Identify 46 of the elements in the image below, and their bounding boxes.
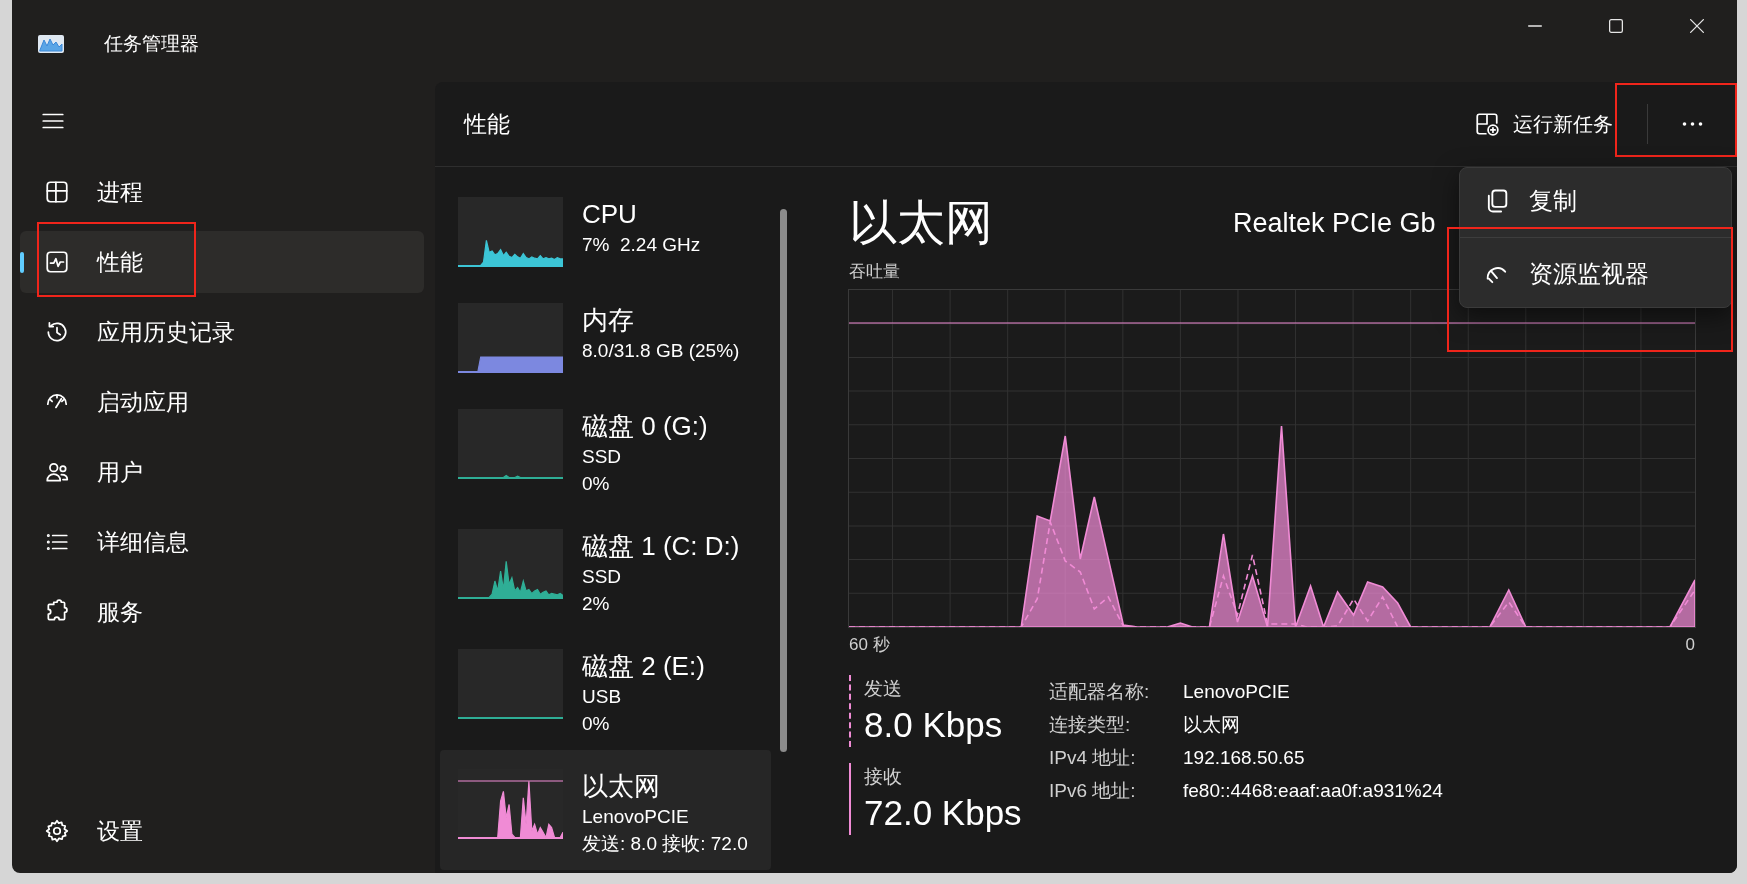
- device-item[interactable]: 磁盘 1 (C: D:) SSD 2%: [440, 510, 771, 630]
- axis-label: 60 秒: [849, 634, 890, 656]
- sidebar-item[interactable]: 详细信息: [20, 511, 424, 573]
- stat-value: 8.0 Kbps: [864, 704, 1004, 746]
- sidebar-item[interactable]: 性能: [20, 231, 424, 293]
- settings-button[interactable]: 设置: [20, 800, 424, 862]
- selection-indicator: [20, 252, 24, 273]
- app-icon: [37, 32, 65, 56]
- sidebar-item[interactable]: 用户: [20, 441, 424, 503]
- property-value: 192.168.50.65: [1183, 746, 1306, 769]
- device-item[interactable]: 以太网 LenovoPCIE 发送: 8.0 接收: 72.0: [440, 750, 771, 870]
- maximize-icon: [1608, 19, 1623, 33]
- close-icon: [1689, 19, 1704, 33]
- settings-icon: [44, 818, 70, 844]
- property-label: IPv4 地址:: [1049, 745, 1137, 770]
- minimize-icon: [1527, 25, 1542, 27]
- property-label: 连接类型:: [1049, 712, 1132, 737]
- device-item[interactable]: 内存 8.0/31.8 GB (25%): [440, 284, 771, 390]
- sidebar-item[interactable]: 服务: [20, 581, 424, 643]
- menu-item[interactable]: 资源监视器: [1464, 245, 1727, 303]
- pulse-icon: [44, 249, 70, 275]
- device-item[interactable]: 磁盘 0 (G:) SSD 0%: [440, 390, 771, 510]
- axis-label: 0: [1685, 634, 1695, 656]
- sidebar-item[interactable]: 进程: [20, 161, 424, 223]
- run-task-button[interactable]: 运行新任务: [1462, 102, 1625, 146]
- property-value: LenovoPCIE: [1183, 680, 1291, 703]
- graph-label: 吞吐量: [849, 261, 900, 283]
- menu-item[interactable]: 复制: [1464, 172, 1727, 230]
- sidebar-item[interactable]: 应用历史记录: [20, 301, 424, 363]
- sidebar-item[interactable]: 启动应用: [20, 371, 424, 433]
- adapter-name: Realtek PCIe Gb: [1233, 207, 1436, 239]
- device-title: 以太网: [849, 195, 994, 251]
- property-label: 适配器名称:: [1049, 679, 1151, 704]
- property-label: IPv6 地址:: [1049, 778, 1137, 803]
- property-value: fe80::4468:eaaf:aa0f:a931%24: [1183, 779, 1443, 802]
- grid-icon: [44, 179, 70, 205]
- property-value: 以太网: [1183, 712, 1241, 737]
- window-title: 任务管理器: [104, 32, 199, 56]
- device-item[interactable]: 磁盘 2 (E:) USB 0%: [440, 630, 771, 750]
- more-icon: [1682, 122, 1703, 126]
- stat-value: 72.0 Kbps: [864, 792, 1023, 834]
- new-task-icon: [1474, 111, 1500, 137]
- page-title: 性能: [464, 109, 510, 139]
- stat-label: 发送: [864, 677, 903, 701]
- device-item[interactable]: CPU 7% 2.24 GHz: [440, 178, 771, 284]
- stat-label: 接收: [864, 765, 903, 789]
